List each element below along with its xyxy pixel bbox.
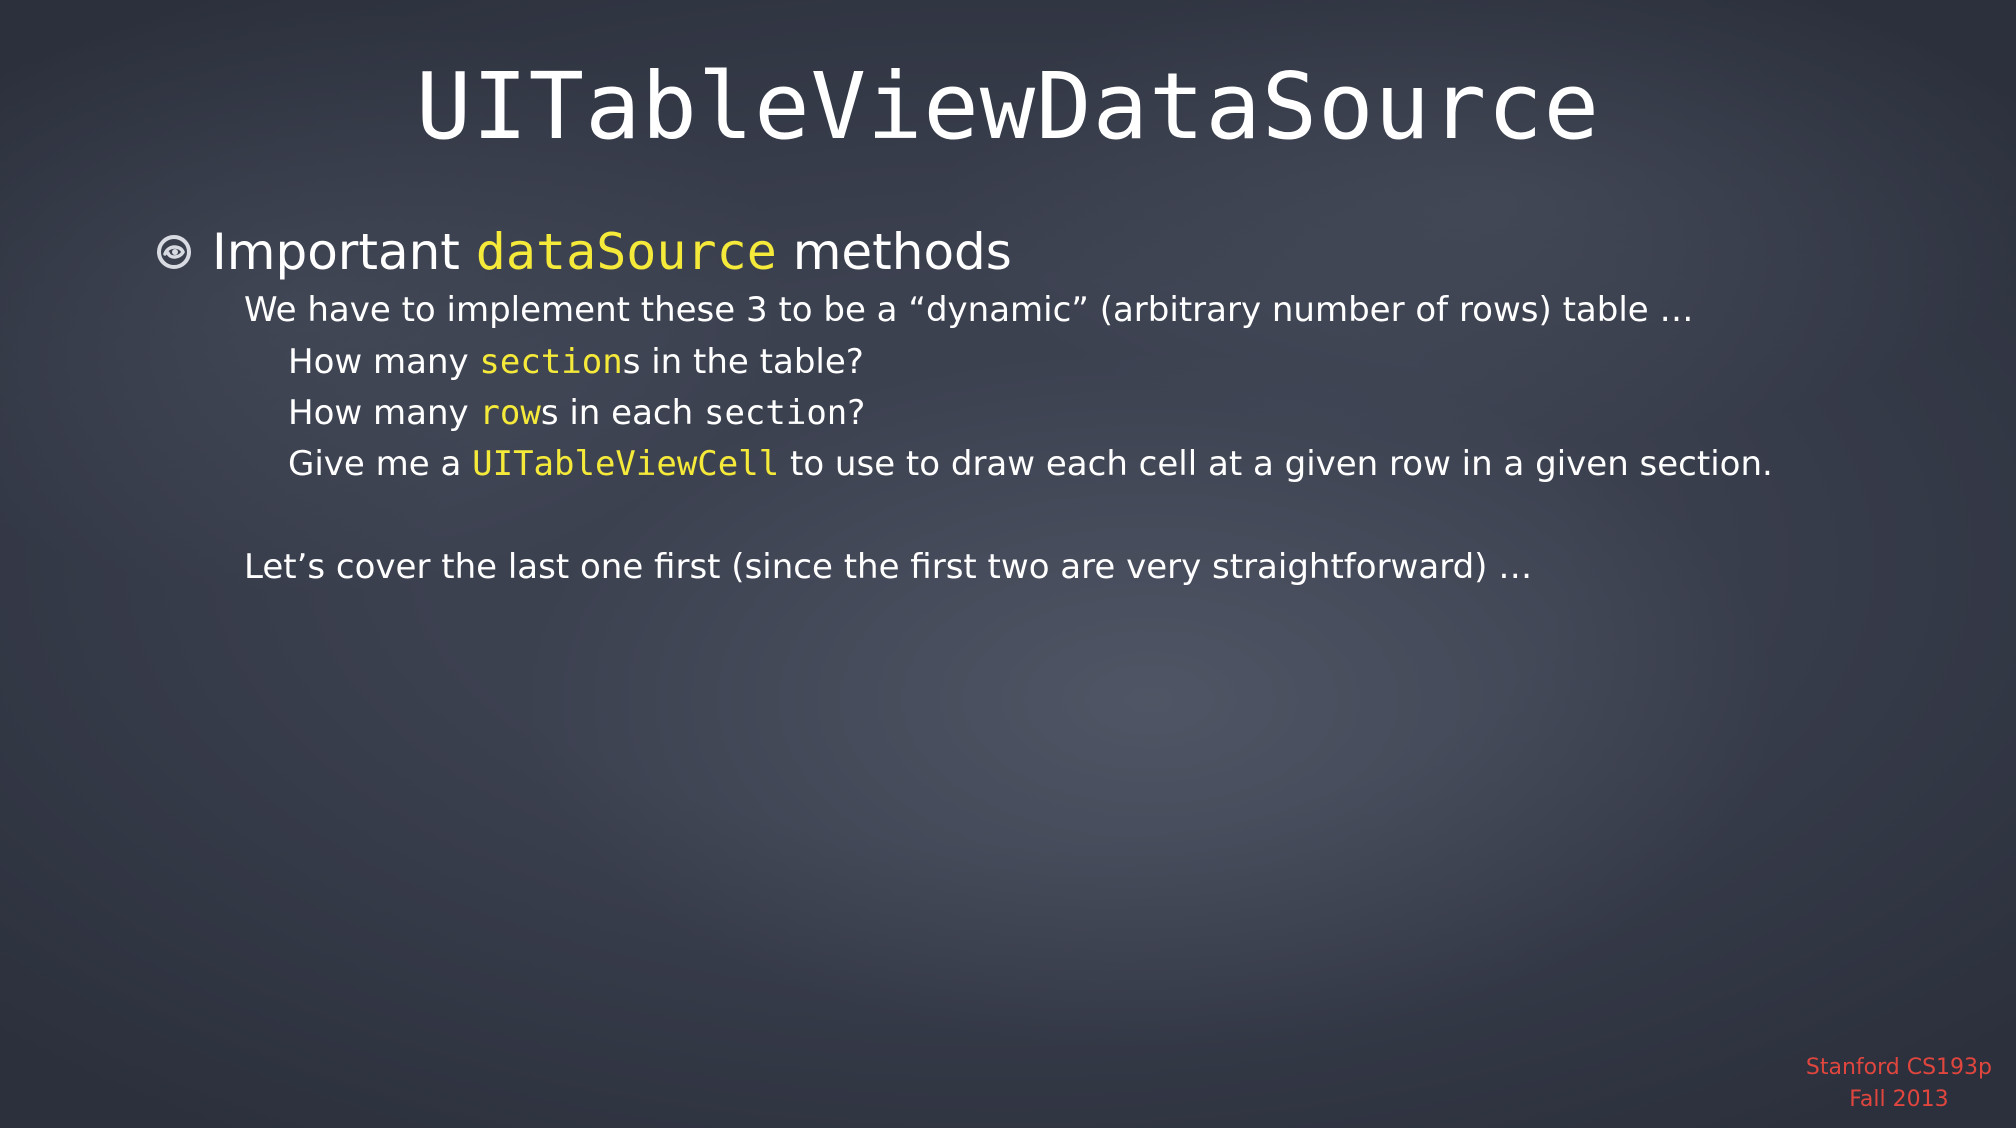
datasource-highlight: dataSource (475, 223, 777, 281)
closing-line: Let’s cover the last one first (since th… (244, 547, 1533, 587)
q1-highlight: section (479, 342, 623, 382)
footer-course: Stanford CS193p (1805, 1055, 1992, 1081)
bullet-prefix: Important (212, 223, 476, 281)
bullet-swirl-icon (157, 235, 191, 269)
bullet-heading: Important dataSource methods (212, 222, 1012, 282)
q2-highlight: row (479, 393, 541, 433)
bullet-item: Important dataSource methods (156, 222, 1012, 282)
q2-after-mono: section (703, 393, 848, 433)
q3-highlight: UITableViewCell (472, 444, 780, 484)
footer-term: Fall 2013 (1849, 1087, 1949, 1113)
question-cell: Give me a UITableViewCell to use to draw… (288, 444, 1773, 485)
q2-after-plain: s in each (540, 393, 704, 433)
slide: UITableViewDataSource Important dataSour… (0, 0, 2016, 1128)
q3-before: Give me a (288, 444, 473, 484)
q2-before: How many (288, 393, 480, 433)
question-sections: How many sections in the table? (288, 342, 864, 383)
q3-after: to use to draw each cell at a given row … (779, 444, 1773, 484)
question-rows: How many rows in each section? (288, 393, 865, 434)
q1-after: s in the table? (622, 342, 864, 382)
bullet-suffix: methods (776, 223, 1012, 281)
course-footer: Stanford CS193p Fall 2013 (1806, 1052, 1992, 1116)
intro-line: We have to implement these 3 to be a “dy… (244, 290, 1694, 330)
slide-title: UITableViewDataSource (415, 53, 1601, 160)
q2-end: ? (847, 393, 866, 433)
q1-before: How many (288, 342, 480, 382)
